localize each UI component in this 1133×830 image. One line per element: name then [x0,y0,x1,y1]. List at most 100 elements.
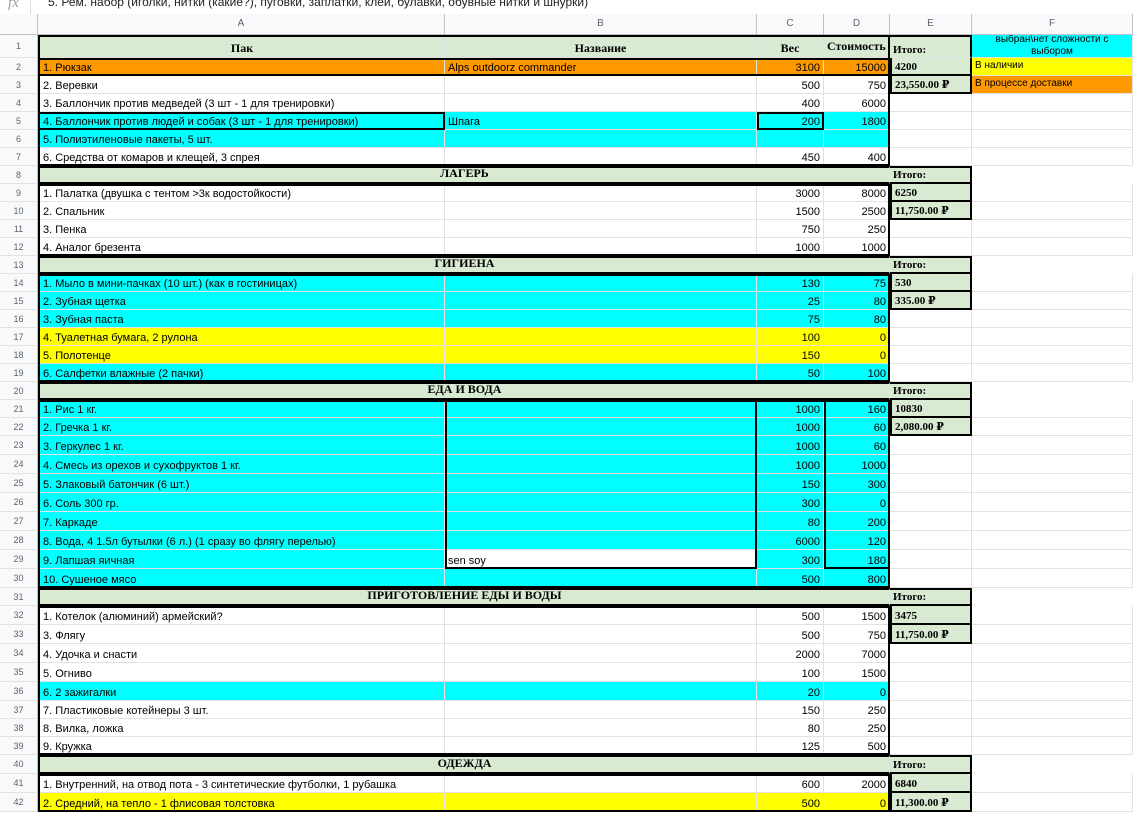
weight-cell[interactable]: 125 [757,737,824,755]
item-cell[interactable]: 2. Спальник [38,202,445,220]
row-header[interactable]: 35 [0,663,38,682]
weight-cell[interactable]: 1000 [757,400,824,418]
item-cell[interactable]: 8. Вилка, ложка [38,719,445,737]
item-name-cell[interactable] [445,701,757,719]
item-cell[interactable]: 2. Зубная щетка [38,292,445,310]
item-cell[interactable]: 1. Мыло в мини-пачках (10 шт.) (как в го… [38,274,445,292]
total-cell[interactable] [890,663,972,682]
empty-cell[interactable] [972,774,1133,793]
empty-cell[interactable] [972,94,1133,112]
cost-cell[interactable]: 750 [824,625,890,644]
item-cell[interactable]: 6. 2 зажигалки [38,682,445,701]
item-cell[interactable]: 8. Вода, 4 1.5л бутылки (6 л.) (1 сразу … [38,531,445,550]
total-cell[interactable] [890,737,972,755]
weight-cell[interactable]: 500 [757,569,824,588]
item-name-cell[interactable] [445,569,757,588]
item-name-cell[interactable] [445,682,757,701]
legend-in-stock[interactable]: В наличии [972,58,1133,76]
weight-cell[interactable]: 500 [757,625,824,644]
row-header[interactable]: 32 [0,606,38,625]
column-header-e[interactable]: E [890,14,972,35]
row-header[interactable]: 41 [0,774,38,793]
item-cell[interactable]: 7. Пластиковые котейнеры 3 шт. [38,701,445,719]
item-name-cell[interactable] [445,76,757,94]
section-title[interactable]: ЕДА И ВОДА [38,382,890,400]
row-header[interactable]: 34 [0,644,38,663]
weight-cell[interactable]: 130 [757,274,824,292]
row-header[interactable]: 42 [0,793,38,812]
total-cell[interactable] [890,238,972,256]
weight-cell[interactable]: 150 [757,701,824,719]
cost-cell[interactable]: 0 [824,493,890,512]
empty-cell[interactable] [972,400,1133,418]
item-cell[interactable]: 9. Лапшая яичная [38,550,445,569]
row-header[interactable]: 25 [0,474,38,493]
row-header[interactable]: 7 [0,148,38,166]
weight-cell[interactable]: 150 [757,346,824,364]
row-header[interactable]: 15 [0,292,38,310]
weight-cell[interactable]: 1000 [757,436,824,455]
total-cell[interactable] [890,719,972,737]
row-header[interactable]: 31 [0,588,38,606]
section-title[interactable]: ПРИГОТОВЛЕНИЕ ЕДЫ И ВОДЫ [38,588,890,606]
empty-cell[interactable] [972,493,1133,512]
item-cell[interactable]: 4. Туалетная бумага, 2 рулона [38,328,445,346]
empty-cell[interactable] [972,569,1133,588]
item-name-cell[interactable] [445,531,757,550]
cost-cell[interactable]: 60 [824,418,890,436]
empty-cell[interactable] [972,682,1133,701]
cost-cell[interactable]: 1500 [824,663,890,682]
total-cell[interactable] [890,148,972,166]
column-title-name[interactable]: Название [445,35,757,58]
empty-cell[interactable] [972,220,1133,238]
section-total-label[interactable]: Итого: [890,755,972,774]
cost-cell[interactable]: 100 [824,364,890,382]
cost-cell[interactable]: 60 [824,436,890,455]
weight-cell[interactable]: 750 [757,220,824,238]
cost-cell[interactable]: 120 [824,531,890,550]
section-total-label[interactable]: Итого: [890,382,972,400]
cost-cell[interactable]: 2000 [824,774,890,793]
item-name-cell[interactable] [445,364,757,382]
item-cell[interactable]: 3. Пенка [38,220,445,238]
total-cell[interactable]: 23,550.00 ₽ [890,76,972,94]
total-cell[interactable]: 4200 [890,58,972,76]
row-header[interactable]: 27 [0,512,38,531]
row-header[interactable]: 16 [0,310,38,328]
row-header[interactable]: 20 [0,382,38,400]
item-name-cell[interactable] [445,493,757,512]
row-header[interactable]: 11 [0,220,38,238]
item-name-cell[interactable] [445,94,757,112]
row-header[interactable]: 17 [0,328,38,346]
row-header[interactable]: 24 [0,455,38,474]
row-header[interactable]: 8 [0,166,38,184]
row-header[interactable]: 29 [0,550,38,569]
item-name-cell[interactable] [445,774,757,793]
row-header[interactable]: 37 [0,701,38,719]
total-cell[interactable] [890,220,972,238]
empty-cell[interactable] [972,364,1133,382]
weight-cell[interactable]: 300 [757,493,824,512]
item-name-cell[interactable] [445,184,757,202]
total-cell[interactable] [890,455,972,474]
weight-cell[interactable]: 6000 [757,531,824,550]
item-name-cell[interactable]: Alps outdoorz commander [445,58,757,76]
cost-cell[interactable]: 1000 [824,455,890,474]
item-name-cell[interactable] [445,220,757,238]
weight-cell[interactable] [757,130,824,148]
item-name-cell[interactable] [445,663,757,682]
weight-cell[interactable]: 80 [757,719,824,737]
empty-cell[interactable] [972,644,1133,663]
cost-cell[interactable]: 2500 [824,202,890,220]
item-cell[interactable]: 1. Палатка (двушка с тентом >3к водостой… [38,184,445,202]
weight-cell[interactable]: 200 [757,112,824,130]
total-cell[interactable]: 335.00 ₽ [890,292,972,310]
total-cell[interactable] [890,569,972,588]
total-cell[interactable] [890,112,972,130]
empty-cell[interactable] [972,625,1133,644]
weight-cell[interactable]: 600 [757,774,824,793]
item-cell[interactable]: 4. Аналог брезента [38,238,445,256]
cost-cell[interactable]: 75 [824,274,890,292]
weight-cell[interactable]: 500 [757,606,824,625]
item-name-cell[interactable] [445,793,757,812]
